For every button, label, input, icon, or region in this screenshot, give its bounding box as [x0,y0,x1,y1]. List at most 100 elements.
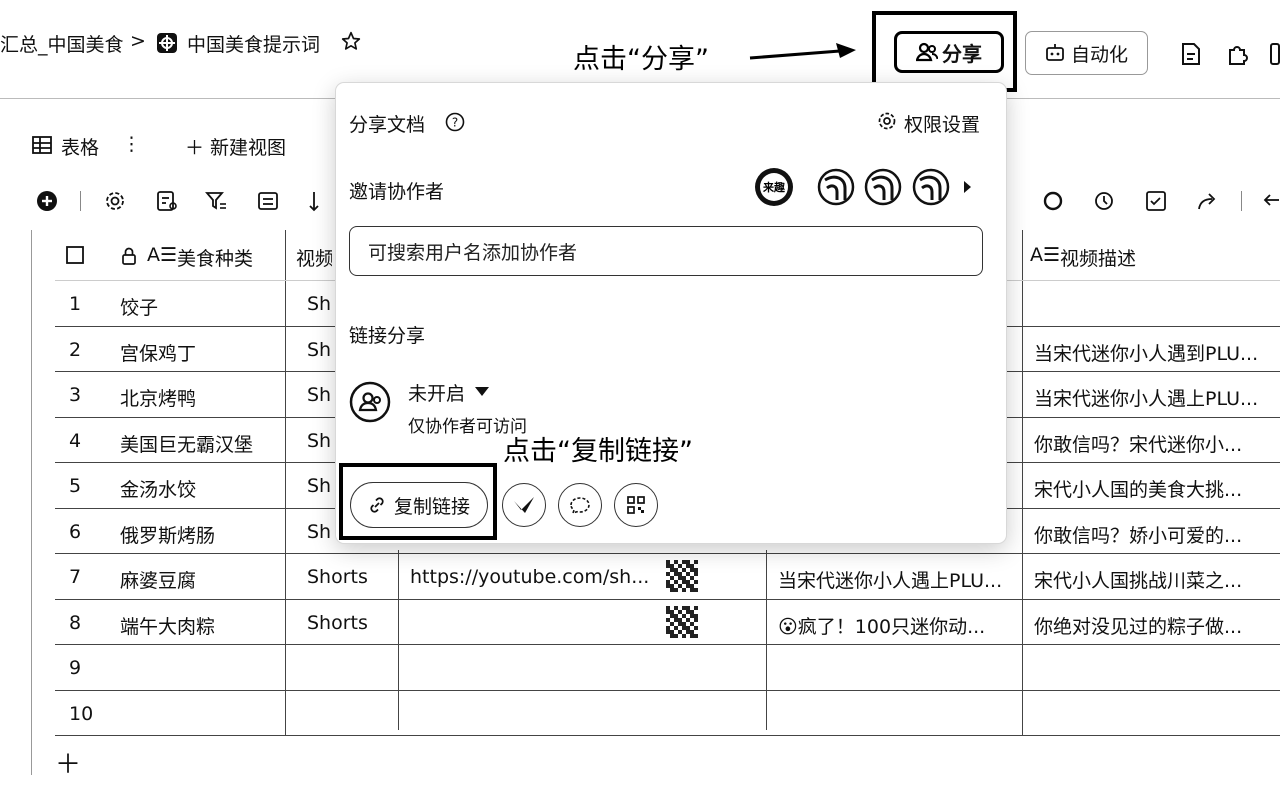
users-icon [916,42,938,62]
row-number[interactable]: 5 [69,475,81,497]
plugin-icon[interactable] [1226,42,1250,66]
cell-food-type[interactable]: 俄罗斯烤肠 [120,521,215,548]
share-to-app-button[interactable] [502,483,546,527]
automation-button[interactable]: 自动化 [1025,31,1148,75]
cell-video-title[interactable]: 当宋代迷你小人遇上PLU... [778,566,1013,593]
link-status-dropdown[interactable]: 未开启 [408,379,465,406]
cover-thumbnail[interactable] [666,605,698,638]
annotation-click-share: 点击“分享” [573,44,709,75]
row-number[interactable]: 2 [69,339,81,361]
collaborator-search-input[interactable]: 可搜索用户名添加协作者 [349,226,983,276]
row-number[interactable]: 3 [69,384,81,406]
undo-icon[interactable] [1262,190,1280,212]
column-header-type[interactable]: 视频 [296,244,332,271]
view-tab-table[interactable]: 表格 [61,133,99,160]
collaborator-avatar-icon[interactable] [864,168,902,206]
link-share-label: 链接分享 [349,325,426,347]
copy-link-button[interactable]: 复制链接 [350,482,488,528]
avatar[interactable]: 来趣 [755,168,793,206]
cell-video-desc[interactable]: 当宋代迷你小人遇上PLU... [1034,384,1278,411]
cell-food-type[interactable]: 北京烤鸭 [120,384,196,411]
row-number[interactable]: 10 [69,703,93,725]
cell-video-desc[interactable]: 你绝对没见过的粽子做... [1034,612,1278,639]
cell-food-type[interactable]: 饺子 [120,293,158,320]
cell-video-link[interactable]: https://youtube.com/sh... [410,566,755,588]
row-number[interactable]: 7 [69,566,81,588]
row-number[interactable]: 9 [69,657,81,679]
row-divider [55,735,1280,736]
cell-video-desc[interactable]: 当宋代迷你小人遇到PLU... [1034,339,1278,366]
link-share-icon [349,381,391,423]
cell-food-type[interactable]: 金汤水饺 [120,475,196,502]
field-config-icon[interactable] [156,190,178,212]
cell-food-type[interactable]: 宫保鸡丁 [120,339,196,366]
collaborator-avatar-icon[interactable] [817,168,855,206]
sort-icon[interactable] [308,190,330,212]
chevron-right-icon[interactable] [962,180,972,194]
annotation-click-copy-link: 点击“复制链接” [503,436,693,467]
svg-text:?: ? [452,116,458,130]
document-icon[interactable] [1180,42,1202,66]
breadcrumb-parent[interactable]: 汇总_中国美食 [0,30,124,57]
share-button-label: 分享 [942,41,982,66]
cell-video-title[interactable]: 😮疯了！100只迷你动... [778,612,1013,639]
cell-video-desc[interactable]: 宋代小人国的美食大挑... [1034,475,1278,502]
plus-icon: ＋ [185,137,205,159]
cell-video-type[interactable]: Shorts [307,612,387,634]
add-record-icon[interactable] [36,190,58,212]
column-header-food[interactable]: 美食种类 [177,244,253,271]
cell-video-type[interactable]: Shorts [307,566,387,588]
refresh-icon[interactable] [1042,190,1064,212]
settings-icon[interactable] [104,190,126,212]
view-menu-icon[interactable]: ⋮ [122,133,141,155]
star-icon[interactable] [341,31,361,51]
add-row-button[interactable]: ＋ [55,744,81,781]
share-button[interactable]: 分享 [894,31,1004,73]
cell-food-type[interactable]: 美国巨无霸汉堡 [120,430,253,457]
cell-video-desc[interactable]: 你敢信吗？宋代迷你小... [1034,430,1278,457]
app-share-icon [512,495,536,515]
doc-title[interactable]: 中国美食提示词 [187,30,320,57]
group-icon[interactable] [257,190,279,212]
qr-code-icon [626,495,646,515]
text-field-icon: A☰ [147,244,178,266]
automation-label: 自动化 [1070,43,1128,66]
share-panel-title: 分享文档 [349,114,426,136]
checklist-icon[interactable] [1145,190,1167,212]
more-icon[interactable] [1270,42,1280,66]
filter-icon[interactable] [205,190,227,212]
share-to-chat-button[interactable] [558,483,602,527]
cell-food-type[interactable]: 麻婆豆腐 [120,566,196,593]
cell-food-type[interactable]: 端午大肉粽 [120,612,215,639]
lock-icon [121,247,137,265]
chat-icon [568,496,592,514]
history-icon[interactable] [1093,190,1115,212]
gear-icon[interactable] [877,111,897,131]
select-all-checkbox[interactable] [66,246,84,264]
column-header-desc[interactable]: 视频描述 [1060,244,1136,271]
row-divider [55,598,1280,600]
row-divider [55,553,1280,554]
search-placeholder: 可搜索用户名添加协作者 [368,241,578,264]
caret-down-icon[interactable] [474,385,490,397]
invite-collaborators-label: 邀请协作者 [349,181,445,203]
row-number[interactable]: 8 [69,612,81,634]
row-divider [55,644,1280,645]
qr-code-button[interactable] [614,483,658,527]
cover-thumbnail[interactable] [666,560,698,592]
export-icon[interactable] [1196,190,1218,212]
collaborator-avatar-icon[interactable] [912,168,950,206]
permission-settings-link[interactable]: 权限设置 [904,110,980,137]
row-number[interactable]: 6 [69,521,81,543]
row-number[interactable]: 1 [69,293,81,315]
annotation-arrow [748,42,858,66]
cell-video-desc[interactable]: 宋代小人国挑战川菜之... [1034,566,1278,593]
doc-type-icon [156,32,178,54]
text-field-icon-desc: A☰ [1030,244,1061,266]
new-view-button[interactable]: 新建视图 [210,133,286,160]
avatar-label: 来趣 [760,173,788,201]
row-number[interactable]: 4 [69,430,81,452]
cell-video-desc[interactable]: 你敢信吗？娇小可爱的... [1034,521,1278,548]
link-icon [368,496,386,514]
help-icon[interactable]: ? [445,112,465,132]
